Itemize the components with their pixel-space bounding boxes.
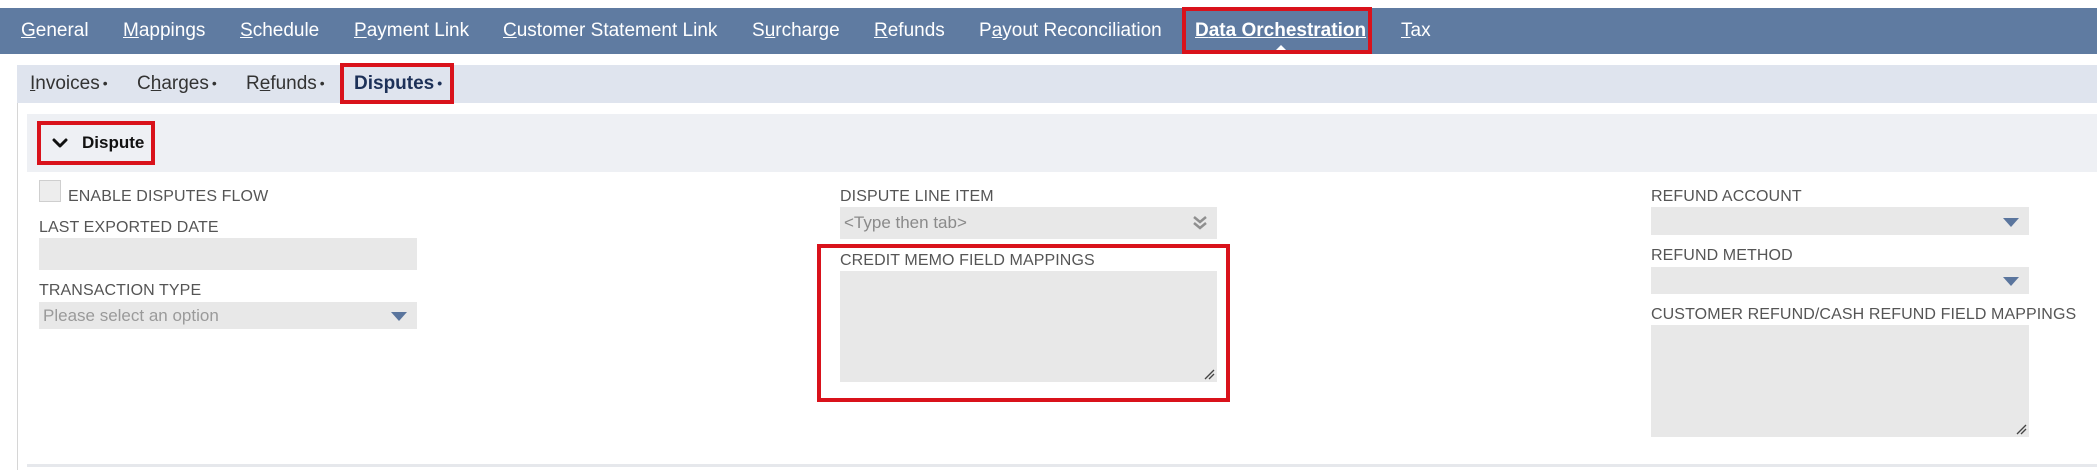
refund-account-label: REFUND ACCOUNT	[1651, 188, 1802, 205]
resize-handle-icon[interactable]	[2015, 423, 2027, 435]
refund-method-select[interactable]	[1651, 267, 2029, 294]
highlight-box-credit-memo	[817, 244, 1230, 402]
dropdown-arrow-icon	[2003, 277, 2019, 286]
sub-tab-bar: Invoices • Charges • Refunds • Disputes •	[17, 65, 2097, 103]
transaction-type-select[interactable]: Please select an option	[39, 302, 417, 329]
chevron-down-icon	[52, 138, 68, 148]
tab-general[interactable]: General	[21, 8, 89, 54]
tab-customer-statement-link[interactable]: Customer Statement Link	[503, 8, 717, 54]
transaction-type-label: TRANSACTION TYPE	[39, 282, 202, 299]
highlight-box-sub-tab	[340, 63, 454, 104]
subtab-refunds[interactable]: Refunds •	[246, 65, 325, 103]
customer-refund-field-mappings-label: CUSTOMER REFUND/CASH REFUND FIELD MAPPIN…	[1651, 306, 2077, 323]
highlight-box-main-tab	[1182, 7, 1372, 54]
subtab-invoices[interactable]: Invoices •	[30, 65, 108, 103]
tab-payout-reconciliation[interactable]: Payout Reconciliation	[979, 8, 1162, 54]
dispute-line-item-placeholder: <Type then tab>	[844, 213, 967, 232]
customer-refund-field-mappings-textarea[interactable]	[1651, 325, 2029, 437]
enable-disputes-flow-checkbox[interactable]	[39, 180, 61, 202]
tab-payment-link[interactable]: Payment Link	[354, 8, 469, 54]
dispute-section-header	[27, 114, 2097, 172]
dropdown-arrow-icon	[391, 312, 407, 321]
subtab-charges[interactable]: Charges •	[137, 65, 217, 103]
last-exported-date-label: LAST EXPORTED DATE	[39, 219, 219, 236]
content-left-border	[17, 103, 18, 470]
dispute-line-item-label: DISPUTE LINE ITEM	[840, 188, 994, 205]
dispute-line-item-field[interactable]: <Type then tab>	[840, 207, 1217, 239]
tab-mappings[interactable]: Mappings	[123, 8, 205, 54]
tab-tax[interactable]: Tax	[1401, 8, 1431, 54]
tab-refunds[interactable]: Refunds	[874, 8, 945, 54]
dropdown-arrow-icon	[2003, 218, 2019, 227]
enable-disputes-flow-label: ENABLE DISPUTES FLOW	[68, 188, 269, 205]
section-title: Dispute	[82, 133, 145, 152]
tab-schedule[interactable]: Schedule	[240, 8, 319, 54]
main-tab-bar: General Mappings Schedule Payment Link C…	[0, 8, 2097, 54]
transaction-type-placeholder: Please select an option	[43, 306, 219, 325]
refund-account-select[interactable]	[1651, 207, 2029, 235]
last-exported-date-field	[39, 238, 417, 270]
refund-method-label: REFUND METHOD	[1651, 247, 1793, 264]
tab-surcharge[interactable]: Surcharge	[752, 8, 840, 54]
section-bottom-divider	[27, 464, 2097, 467]
double-chevron-down-icon	[1193, 216, 1207, 230]
dispute-section-toggle[interactable]: Dispute	[37, 121, 155, 165]
